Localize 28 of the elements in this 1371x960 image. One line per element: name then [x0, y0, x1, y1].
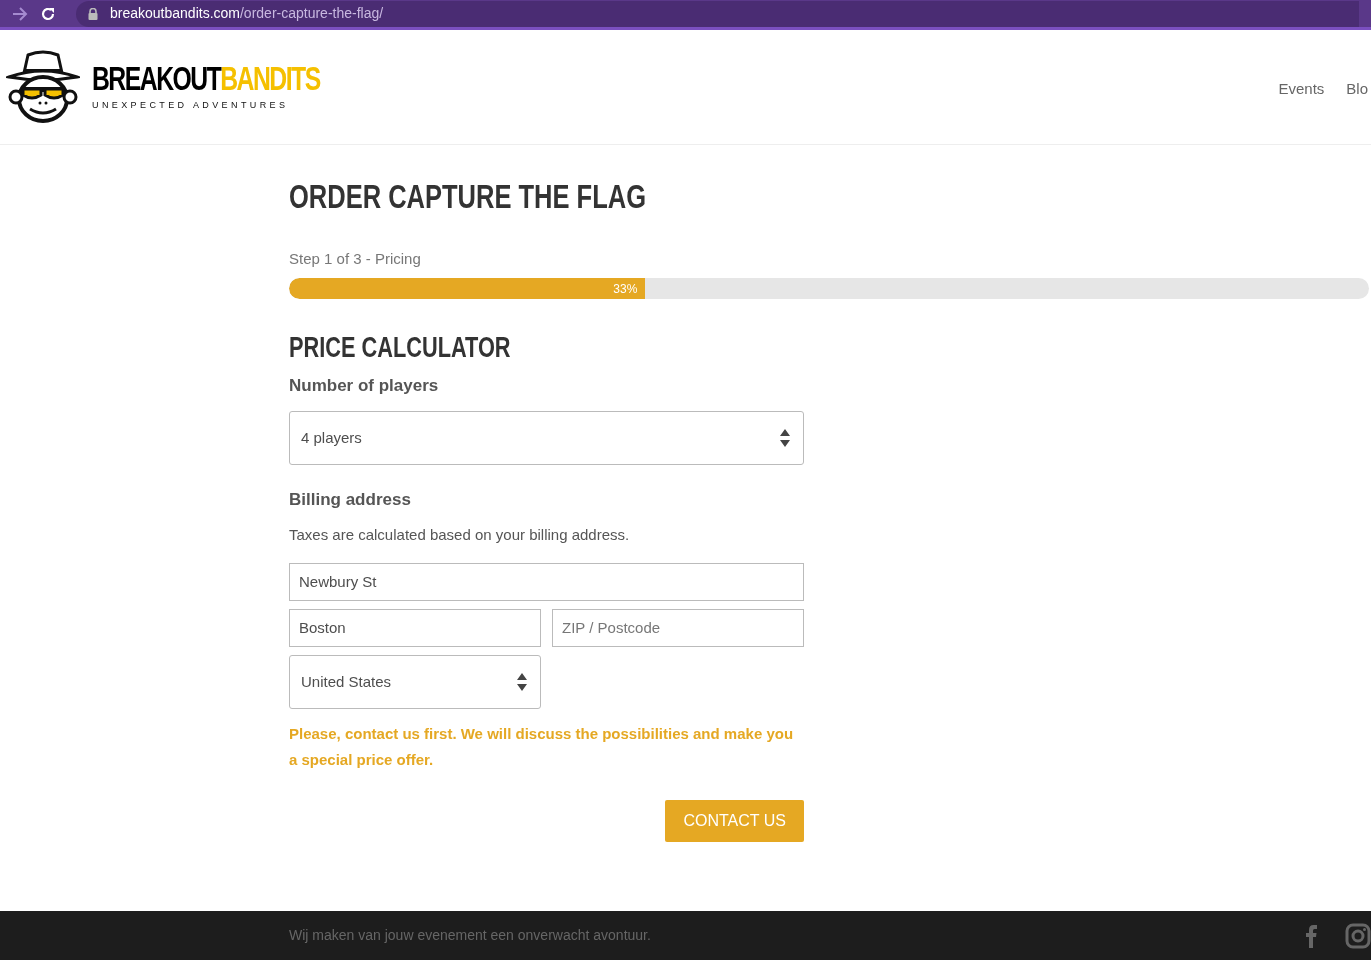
nav-link[interactable]: Events	[1278, 77, 1325, 101]
nav-link[interactable]: Blo	[1346, 77, 1368, 101]
contact-notice: Please, contact us first. We will discuss the possibilities and make you a special price offer.	[289, 723, 795, 770]
instagram-icon[interactable]	[1345, 922, 1371, 949]
forward-arrow-icon[interactable]	[12, 6, 28, 21]
reload-icon[interactable]	[40, 5, 56, 22]
address-bar[interactable]: breakoutbandits.com/order-capture-the-flag/	[76, 0, 1359, 27]
monkey-logo-icon	[6, 49, 80, 125]
field-label: Number of players	[289, 375, 440, 398]
zip-input[interactable]: ZIP / Postcode	[552, 608, 804, 647]
logo-wordmark: BREAKOUTBANDITS	[92, 61, 320, 95]
facebook-icon[interactable]	[1305, 923, 1317, 948]
country-select[interactable]: United States	[289, 654, 541, 709]
billing-note: Taxes are calculated based on your billing address.	[289, 525, 631, 546]
logo-tagline: UNEXPECTED ADVENTURES	[92, 98, 290, 112]
footer-text: Wij maken van jouw evenement een onverwacht avontuur.	[289, 926, 651, 945]
city-input[interactable]: Boston	[289, 608, 541, 647]
step-label: Step 1 of 3 - Pricing	[289, 248, 422, 269]
select-arrows-icon	[516, 671, 528, 692]
lock-icon	[88, 7, 98, 20]
section-title: PRICE CALCULATOR	[289, 330, 512, 365]
field-label: Billing address	[289, 488, 412, 511]
progress-percent: 33%	[613, 280, 638, 298]
players-select[interactable]: 4 players	[289, 410, 804, 465]
street-input[interactable]: Newbury St	[289, 562, 804, 601]
url-text: breakoutbandits.com/order-capture-the-flag/	[110, 4, 384, 23]
page-title: ORDER CAPTURE THE FLAG	[289, 176, 647, 217]
select-arrows-icon	[779, 427, 791, 448]
